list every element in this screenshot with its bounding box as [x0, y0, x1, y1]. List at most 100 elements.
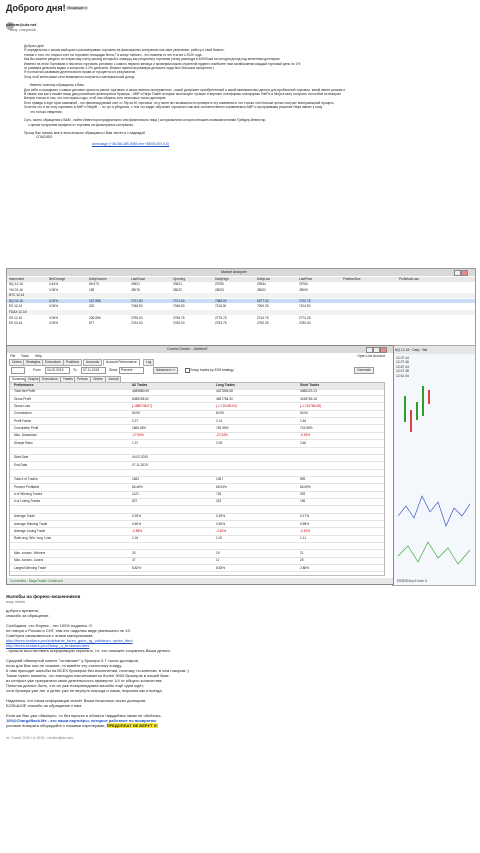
tab-positions[interactable]: Positions: [63, 359, 82, 366]
column-header[interactable]: NetChange: [49, 277, 65, 282]
market-analyzer-cell: 6977.00: [257, 298, 269, 303]
column-header[interactable]: DailyLow: [257, 277, 270, 282]
to-date-input[interactable]: 07.11.2019: [81, 367, 106, 374]
market-analyzer-cell: 7071.50: [131, 298, 143, 303]
sub-tabs: Summary Graphs Executions Trades Periods…: [9, 376, 389, 383]
market-analyzer-row[interactable]: NQ 03-16 0.02% 187 898 7071.50 7071.50 7086.0…: [7, 298, 475, 304]
performance-column-header[interactable]: Short Trades: [300, 383, 319, 389]
minimize-icon[interactable]: [454, 270, 461, 276]
market-analyzer-cell: 7071.50: [173, 298, 185, 303]
market-analyzer-cell: NQ 12-16: [9, 282, 23, 286]
email1-sender[interactable]: ukrfxm@ukr.net: [6, 22, 36, 27]
column-header[interactable]: Instrument: [9, 277, 24, 282]
column-header[interactable]: ProfitAndLoss: [399, 277, 419, 282]
performance-column-header[interactable]: Performance: [14, 383, 34, 389]
market-analyzer-grid: Instrument NetChange DailyVolume LastClose O…: [7, 277, 475, 343]
performance-cell: 8.83%: [216, 565, 226, 570]
market-analyzer-cell: 0.05%: [49, 304, 59, 309]
performance-row: # of Losing Trades 527 323 196: [10, 499, 384, 507]
performance-cell: Total # of Trades: [14, 477, 38, 482]
chart-title[interactable]: NQ 12-16 · Daily · Bid: [395, 346, 427, 354]
market-analyzer-cell: 7070.75: [299, 298, 311, 303]
market-analyzer-cell: FDAX 12-16: [9, 310, 27, 314]
show-select[interactable]: Percent: [119, 367, 144, 374]
column-header[interactable]: LastPrice: [299, 277, 312, 282]
performance-cell: 323: [216, 499, 222, 504]
performance-row: Start Date 04.02.2019: [10, 455, 384, 463]
menu-help[interactable]: Help: [35, 354, 42, 358]
market-analyzer-cell: 29621: [131, 282, 140, 286]
column-header[interactable]: LastClose: [131, 277, 145, 282]
performance-cell: 66.46%: [132, 484, 143, 489]
account-icon: [11, 367, 25, 374]
performance-column-header[interactable]: All Trades: [132, 383, 147, 389]
market-analyzer-row[interactable]: FDAX 12-16: [7, 310, 475, 315]
signature-phones[interactable]: Анна виде (+38-066-385-0065 или +38050-8…: [92, 142, 169, 146]
market-analyzer-window: Market Analyzer Instrument NetChange Daily…: [6, 268, 476, 346]
control-center-titlebar[interactable]: Control Center - Untitled7: [7, 346, 393, 353]
market-analyzer-cell: 0.05%: [49, 315, 59, 320]
performance-row: Ratio avg. Win / avg. Loss 1.04 1.02 1.11: [10, 536, 384, 544]
performance-cell: 782.95%: [216, 425, 229, 430]
inbox-badge[interactable]: Входящие x: [66, 6, 89, 10]
connection-status: Connected - MegaTrader Continued: [10, 579, 63, 583]
market-analyzer-row[interactable]: ES 12-16 0.05% 206 896 2755.00 2756.75 2776.7…: [7, 316, 475, 321]
performance-cell: -0.58%: [132, 528, 143, 533]
performance-cell: 393: [300, 492, 306, 497]
from-date-input[interactable]: 04.02.2019: [45, 367, 70, 374]
market-analyzer-cell: 2756.75: [173, 315, 185, 320]
tab-account-performance[interactable]: Account Performance: [103, 359, 140, 366]
close-icon[interactable]: [461, 270, 468, 276]
performance-cell: Average Winning Trade: [14, 521, 48, 526]
performance-cell: 719.68%: [300, 425, 313, 430]
chart-bottom-label: $R$R$NinjaTrader 8: [397, 578, 428, 583]
chart-toolbar: NQ 12-16 · Daily · Bid: [393, 346, 475, 354]
performance-row: Average Losing Trade -0.58% -0.62% -0.51%: [10, 529, 384, 536]
market-analyzer-row[interactable]: ES 12-16 0.05% 320 7048.50 7046.50 7115.00 700…: [7, 304, 475, 309]
market-analyzer-row[interactable]: ES 03-16 0.05% 577 2764.00 2760.00 2783.75 275…: [7, 321, 475, 326]
tab-executions[interactable]: Executions: [42, 359, 64, 366]
market-analyzer-row[interactable]: YM 03-16 0.08% 189 28075 28022 28023 28002 2800…: [7, 288, 475, 293]
advanced-button[interactable]: Advanced >>: [153, 367, 179, 374]
market-analyzer-cell: 2744.75: [257, 315, 269, 320]
performance-cell: -0.51%: [300, 528, 311, 533]
tab-accounts[interactable]: Accounts: [83, 359, 103, 366]
market-analyzer-cell: 7000.25: [257, 304, 269, 309]
column-header[interactable]: DailyHigh: [215, 277, 229, 282]
performance-cell: 37: [132, 558, 136, 563]
performance-row: Average Winning Trade 0.60% 0.60% 0.58%: [10, 522, 384, 529]
performance-cell: Ratio avg. Win / avg. Loss: [14, 536, 52, 541]
performance-cell: 1.37: [132, 440, 139, 445]
candle-1: [404, 396, 406, 422]
column-header[interactable]: DailyVolume: [89, 277, 107, 282]
email2-text: условие возврата обсуждайте с нашими пар…: [6, 723, 106, 729]
column-header[interactable]: PositionSize: [343, 277, 361, 282]
market-analyzer-row[interactable]: BTC 12-16: [7, 293, 475, 298]
main-tabs: Orders Strategies Executions Positions A…: [9, 359, 389, 366]
generate-button[interactable]: Generate: [354, 367, 374, 374]
prepay-highlight: ПРЕДОПЛАТ НЕ БЕРУТ !!!: [106, 723, 158, 729]
market-analyzer-cell: 2750.25: [257, 321, 269, 326]
indicator-line: [397, 495, 471, 527]
status-bar: Connected - MegaTrader Continued: [7, 578, 393, 584]
market-analyzer-titlebar[interactable]: Market Analyzer: [7, 269, 475, 276]
menu-file[interactable]: File: [10, 354, 15, 358]
performance-cell: Gross Profit: [14, 396, 31, 401]
performance-cell: 60.90: [132, 411, 140, 416]
performance-cell: # of Losing Trades: [14, 499, 41, 504]
performance-cell: End Date: [14, 462, 28, 467]
market-analyzer-cell: 29621: [173, 282, 182, 286]
performance-cell: 21: [300, 550, 304, 555]
chart-plot[interactable]: [394, 366, 474, 581]
performance-column-header[interactable]: Long Trades: [216, 383, 235, 389]
tab-strategies[interactable]: Strategies: [23, 359, 44, 366]
tab-log[interactable]: Log: [143, 359, 155, 366]
show-label: Show: [109, 368, 118, 372]
menu-tools[interactable]: Tools: [21, 354, 29, 358]
performance-row: Average Trade 0.20% 0.28% 0.17%: [10, 514, 384, 522]
email1-body: Доброго дня! Я определился с своим выбор…: [24, 44, 474, 146]
market-analyzer-cell: YM 03-16: [9, 287, 23, 292]
market-analyzer-row[interactable]: NQ 12-16 0.44% 56 973 29621 29621 29780 29534 2…: [7, 282, 475, 287]
market-analyzer-cell: 7115.00: [215, 304, 227, 309]
column-header[interactable]: Opening: [173, 277, 185, 282]
